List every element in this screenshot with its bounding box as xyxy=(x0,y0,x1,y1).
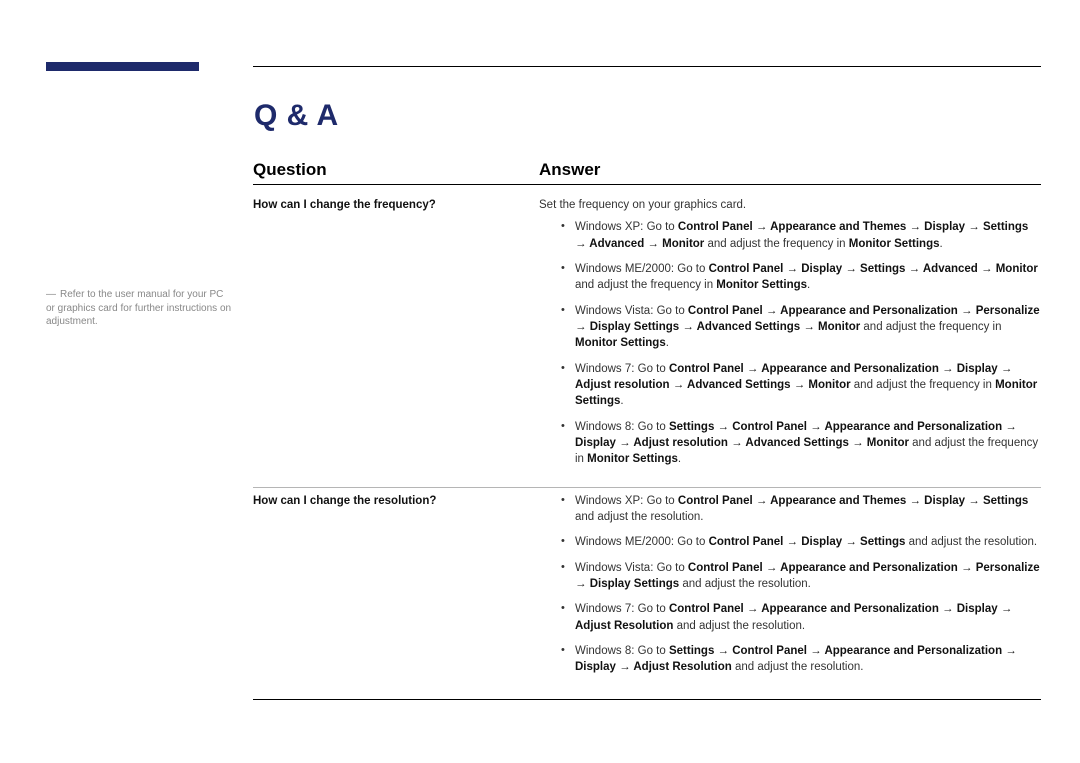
top-rule xyxy=(253,66,1041,67)
answer-item: Windows ME/2000: Go to Control Panel → D… xyxy=(539,534,1041,550)
accent-bar xyxy=(46,62,199,71)
answer-item: Windows 8: Go to Settings → Control Pane… xyxy=(539,419,1041,468)
answer-list: Windows XP: Go to Control Panel → Appear… xyxy=(539,493,1041,676)
answer-item: Windows Vista: Go to Control Panel → App… xyxy=(539,303,1041,352)
answer-item: Windows Vista: Go to Control Panel → App… xyxy=(539,560,1041,593)
answer-intro: Set the frequency on your graphics card. xyxy=(539,197,1041,213)
question-cell: How can I change the frequency? xyxy=(253,197,539,477)
answer-cell: Windows XP: Go to Control Panel → Appear… xyxy=(539,493,1041,685)
answer-item: Windows 7: Go to Control Panel → Appeara… xyxy=(539,361,1041,410)
answer-item: Windows ME/2000: Go to Control Panel → D… xyxy=(539,261,1041,294)
qa-row: How can I change the resolution?Windows … xyxy=(253,488,1041,700)
page-title: Q & A xyxy=(254,99,339,133)
answer-item: Windows 8: Go to Settings → Control Pane… xyxy=(539,643,1041,676)
sidenote: ―Refer to the user manual for your PC or… xyxy=(46,288,234,329)
answer-list: Windows XP: Go to Control Panel → Appear… xyxy=(539,219,1041,467)
qa-rows: How can I change the frequency?Set the f… xyxy=(253,192,1041,700)
sidenote-text: Refer to the user manual for your PC or … xyxy=(46,289,231,327)
column-header-answer: Answer xyxy=(539,160,1041,180)
sidenote-dash-icon: ― xyxy=(46,289,56,300)
page: Q & A Question Answer ―Refer to the user… xyxy=(0,0,1080,763)
question-cell: How can I change the resolution? xyxy=(253,493,539,685)
column-headers: Question Answer xyxy=(253,160,1041,180)
qa-row: How can I change the frequency?Set the f… xyxy=(253,192,1041,488)
answer-cell: Set the frequency on your graphics card.… xyxy=(539,197,1041,477)
column-header-question: Question xyxy=(253,160,539,180)
answer-item: Windows XP: Go to Control Panel → Appear… xyxy=(539,493,1041,526)
header-rule xyxy=(253,184,1041,185)
answer-item: Windows XP: Go to Control Panel → Appear… xyxy=(539,219,1041,252)
answer-item: Windows 7: Go to Control Panel → Appeara… xyxy=(539,601,1041,634)
